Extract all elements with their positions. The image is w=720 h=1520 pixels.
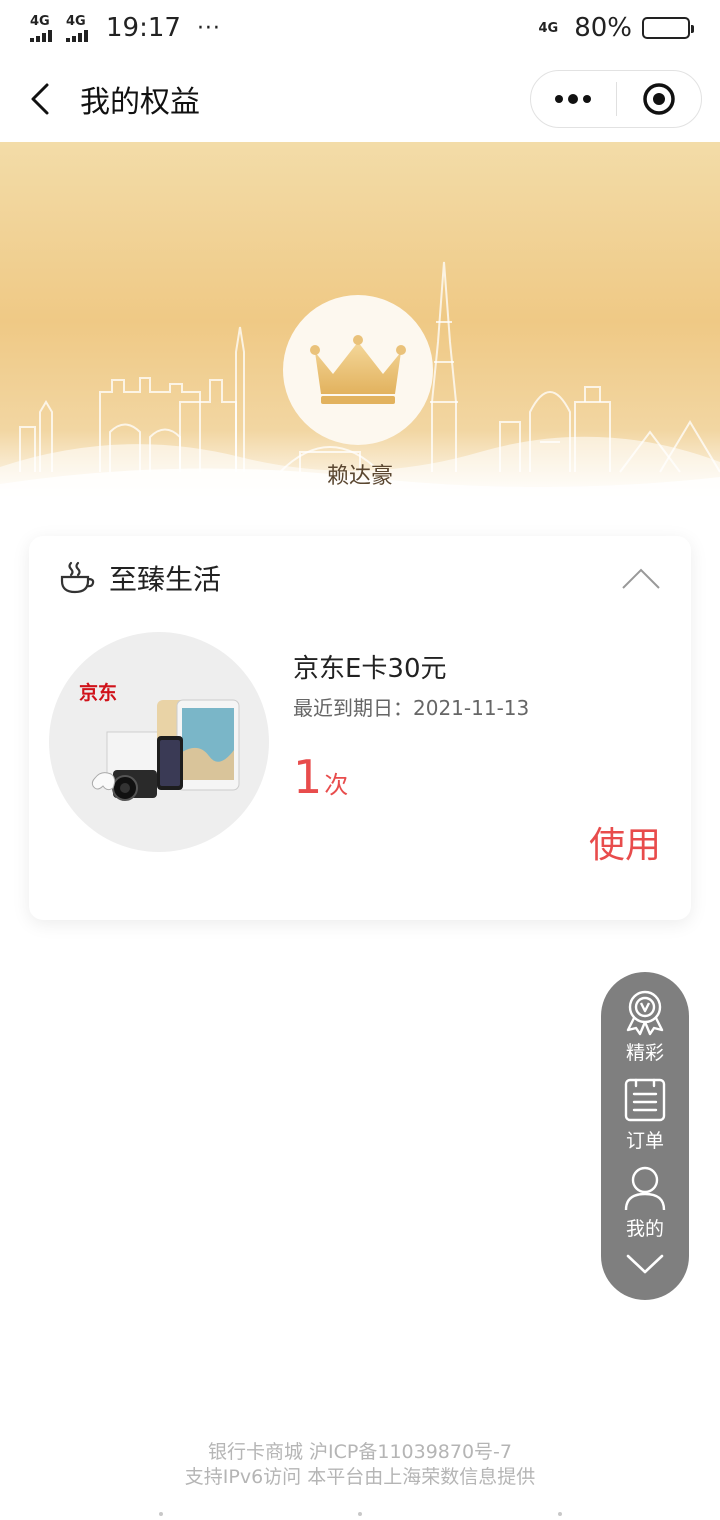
network-type-2: 4G [66, 13, 86, 29]
order-list-icon [624, 1078, 666, 1122]
float-item-orders[interactable]: 订单 [601, 1076, 689, 1153]
mini-program-capsule [530, 70, 702, 128]
network-type-1: 4G [30, 13, 50, 29]
status-more: ··· [196, 15, 221, 41]
profile-banner: 赖达豪 [0, 142, 720, 502]
signal-icon-3: 4G [538, 22, 558, 35]
float-item-mine[interactable]: 我的 [601, 1164, 689, 1241]
count-value: 1 [293, 750, 323, 804]
float-item-highlights[interactable]: 精彩 [601, 988, 689, 1065]
benefit-card: 至臻生活 京东 京东E卡30元 最近到期日：2021-11-13 1次 使用 [29, 536, 691, 920]
chevron-left-icon [31, 83, 49, 115]
close-mini-program-button[interactable] [617, 71, 702, 127]
page-title: 我的权益 [80, 85, 200, 120]
coffee-cup-icon [60, 561, 95, 594]
expire-date: 最近到期日：2021-11-13 [293, 696, 530, 720]
target-close-icon [643, 83, 675, 115]
count-unit: 次 [324, 771, 349, 799]
badge-icon [626, 990, 664, 1036]
footer-line-icp: 银行卡商城 沪ICP备11039870号-7 [207, 1441, 513, 1463]
float-label-highlights: 精彩 [625, 1042, 664, 1064]
card-header[interactable]: 至臻生活 [59, 558, 661, 598]
signal-icon-2: 4G [66, 15, 88, 42]
product-image[interactable]: 京东 [49, 632, 269, 852]
signal-icon: 4G [30, 15, 52, 42]
network-type-3: 4G [538, 20, 559, 36]
avatar [283, 295, 433, 445]
more-dots-icon [555, 94, 592, 104]
float-label-mine: 我的 [625, 1218, 664, 1240]
electronics-illustration [91, 699, 240, 801]
status-time: 19:17 [106, 13, 181, 43]
floating-menu: 精彩 订单 我的 [601, 972, 689, 1300]
chevron-down-icon[interactable] [625, 1252, 665, 1276]
footer-line-provider: 支持IPv6访问 本平台由上海荣数信息提供 [184, 1466, 536, 1488]
float-label-orders: 订单 [625, 1130, 664, 1152]
back-button[interactable] [0, 56, 80, 142]
battery-icon [642, 17, 694, 39]
more-button[interactable] [531, 71, 616, 127]
product-name: 京东E卡30元 [293, 654, 447, 684]
chevron-up-icon[interactable] [621, 566, 661, 590]
section-title: 至臻生活 [109, 563, 222, 596]
nav-bar: 我的权益 [0, 56, 720, 142]
footer: 银行卡商城 沪ICP备11039870号-7 支持IPv6访问 本平台由上海荣数… [0, 1440, 720, 1490]
user-icon [624, 1166, 666, 1211]
bottom-indicator [0, 1512, 720, 1520]
status-bar: 4G 4G 19:17 ··· 4G 80% [0, 0, 720, 56]
use-button[interactable]: 使用 [589, 816, 661, 868]
remaining-count: 1次 [293, 750, 348, 804]
battery-percent: 80% [574, 13, 632, 43]
user-name: 赖达豪 [326, 464, 393, 489]
crown-icon [310, 335, 406, 404]
